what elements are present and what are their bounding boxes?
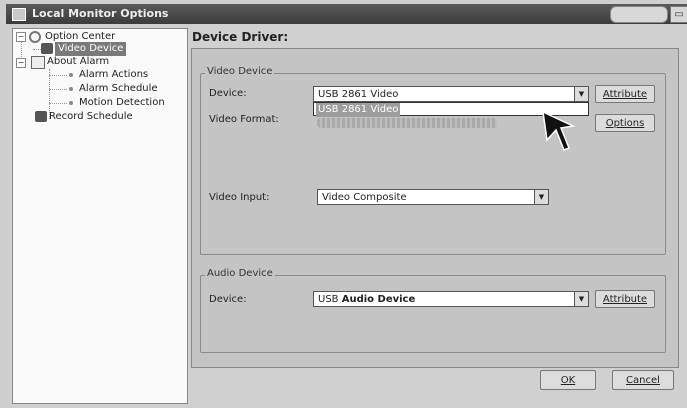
video-device-label: Device: bbox=[209, 88, 247, 99]
app-icon bbox=[12, 8, 26, 21]
title-bar: Local Monitor Options ▭ bbox=[6, 4, 687, 24]
tree-item-video-device[interactable]: Video Device bbox=[55, 42, 127, 56]
window-control-button[interactable]: ▭ bbox=[670, 6, 687, 23]
dropdown-option[interactable]: USB 2861 Video bbox=[316, 103, 401, 117]
options-button[interactable]: Options bbox=[595, 114, 655, 132]
options-tree: − Option Center Video Device − About Ala… bbox=[12, 28, 188, 404]
bullet-icon bbox=[69, 101, 73, 105]
audio-device-value-bold: Audio Device bbox=[341, 294, 416, 305]
dropdown-arrow-icon[interactable]: ▼ bbox=[574, 87, 588, 101]
video-device-group: Video Device Device: USB 2861 Video ▼ At… bbox=[200, 66, 666, 255]
ok-label: OK bbox=[560, 375, 576, 386]
tree-item-record-schedule[interactable]: Record Schedule bbox=[49, 110, 133, 124]
video-device-group-label: Video Device bbox=[205, 66, 275, 77]
collapse-icon[interactable]: − bbox=[16, 32, 26, 42]
cancel-label: Cancel bbox=[626, 375, 660, 386]
camera-icon bbox=[41, 43, 53, 54]
audio-attribute-label: Attribute bbox=[602, 294, 648, 305]
audio-device-group: Audio Device Device: USB Audio Device ▼ … bbox=[200, 268, 666, 353]
panel-title: Device Driver: bbox=[192, 30, 289, 44]
video-input-select[interactable]: Video Composite ▼ bbox=[317, 189, 549, 205]
mouse-pointer-icon bbox=[542, 110, 576, 151]
cancel-button[interactable]: Cancel bbox=[612, 370, 674, 390]
video-format-label: Video Format: bbox=[209, 114, 279, 125]
alarm-icon bbox=[31, 56, 45, 69]
dropdown-arrow-icon[interactable]: ▼ bbox=[574, 292, 588, 306]
audio-attribute-button[interactable]: Attribute bbox=[595, 290, 655, 308]
video-input-value: Video Composite bbox=[322, 192, 407, 203]
ok-button[interactable]: OK bbox=[540, 370, 596, 390]
audio-device-value-prefix: USB bbox=[318, 294, 342, 305]
dropdown-arrow-icon[interactable]: ▼ bbox=[534, 190, 548, 204]
tree-item-alarm-schedule[interactable]: Alarm Schedule bbox=[79, 82, 158, 96]
video-device-value: USB 2861 Video bbox=[318, 89, 399, 100]
tree-item-motion-detection[interactable]: Motion Detection bbox=[79, 96, 165, 110]
bullet-icon bbox=[69, 87, 73, 91]
tree-item-about-alarm[interactable]: About Alarm bbox=[47, 55, 109, 69]
title-bar-slot bbox=[610, 6, 668, 23]
device-driver-panel: Video Device Device: USB 2861 Video ▼ At… bbox=[191, 48, 679, 368]
video-input-label: Video Input: bbox=[209, 192, 270, 203]
tree-item-alarm-actions[interactable]: Alarm Actions bbox=[79, 68, 148, 82]
audio-device-group-label: Audio Device bbox=[205, 268, 275, 279]
video-device-select[interactable]: USB 2861 Video ▼ bbox=[313, 86, 589, 102]
video-format-value bbox=[317, 118, 497, 128]
collapse-icon[interactable]: − bbox=[16, 58, 26, 68]
bullet-icon bbox=[69, 73, 73, 77]
window-title: Local Monitor Options bbox=[32, 7, 169, 20]
options-button-label: Options bbox=[605, 118, 645, 129]
audio-device-value: USB Audio Device bbox=[318, 292, 415, 308]
options-window: − Option Center Video Device − About Ala… bbox=[6, 24, 687, 408]
gear-icon bbox=[29, 31, 41, 43]
audio-device-label: Device: bbox=[209, 294, 247, 305]
video-attribute-label: Attribute bbox=[602, 89, 648, 100]
video-attribute-button[interactable]: Attribute bbox=[595, 85, 655, 103]
audio-device-select[interactable]: USB Audio Device ▼ bbox=[313, 291, 589, 307]
record-icon bbox=[35, 111, 47, 122]
